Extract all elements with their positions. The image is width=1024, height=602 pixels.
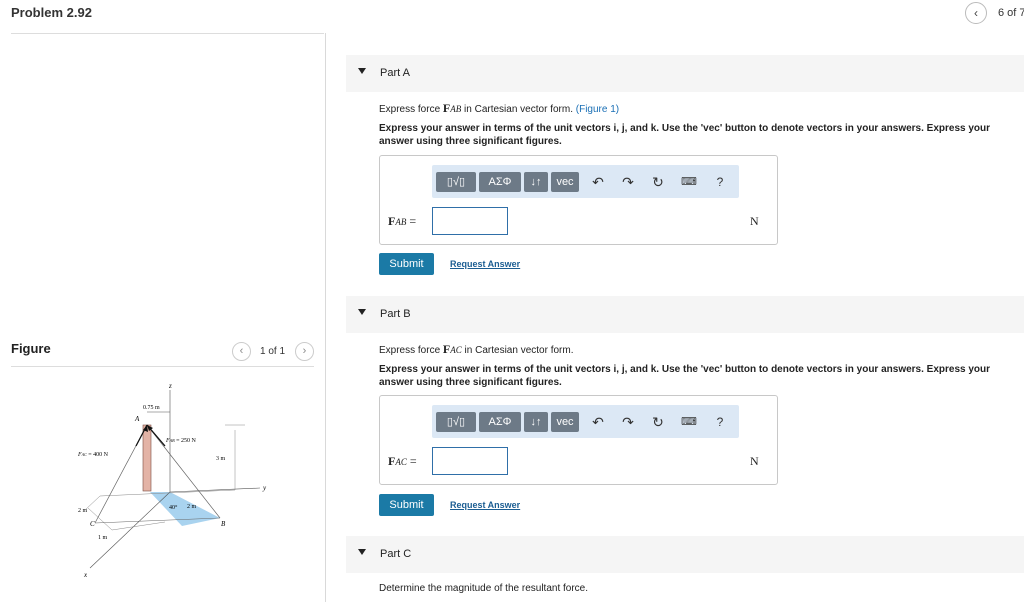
part-b-header[interactable]: Part B — [346, 296, 1024, 333]
problem-counter: 6 of 7 — [998, 7, 1024, 19]
dimension-label: 2 m — [78, 508, 88, 514]
math-toolbar: ▯√▯ ΑΣΦ ↓↑ vec ↶ ↷ ↻ ⌨ ? — [432, 405, 739, 438]
answer-input[interactable] — [432, 207, 508, 235]
divider — [11, 366, 314, 367]
symbols-button[interactable]: ΑΣΦ — [479, 172, 521, 192]
point-label-b: B — [221, 520, 226, 528]
chevron-right-icon[interactable]: › — [295, 342, 314, 361]
axis-label-x: x — [83, 571, 88, 579]
symbols-button[interactable]: ΑΣΦ — [479, 412, 521, 432]
column-divider — [325, 33, 326, 602]
point-label-a: A — [134, 415, 140, 423]
part-a-header[interactable]: Part A — [346, 55, 1024, 92]
part-c-question: Determine the magnitude of the resultant… — [379, 583, 589, 594]
math-toolbar: ▯√▯ ΑΣΦ ↓↑ vec ↶ ↷ ↻ ⌨ ? — [432, 165, 739, 198]
keyboard-icon[interactable]: ⌨ — [680, 413, 698, 431]
caret-down-icon — [358, 68, 366, 74]
part-a-instructions: Express your answer in terms of the unit… — [379, 123, 991, 147]
y-axis — [169, 487, 261, 493]
axis-label-z: z — [168, 382, 172, 390]
part-b-instructions: Express your answer in terms of the unit… — [379, 364, 991, 388]
vec-button[interactable]: vec — [551, 412, 579, 432]
dimension-label: 2 m — [187, 504, 197, 510]
undo-icon[interactable]: ↶ — [589, 173, 607, 191]
grid-line — [84, 495, 101, 511]
top-bar: Problem 2.92 ‹ 6 of 7 — [0, 0, 1024, 34]
unit-label: N — [750, 214, 759, 228]
vec-button[interactable]: vec — [551, 172, 579, 192]
divider — [11, 33, 324, 34]
submit-button[interactable]: Submit — [379, 253, 434, 275]
templates-button[interactable]: ▯√▯ — [436, 172, 476, 192]
figure-link[interactable]: (Figure 1) — [576, 104, 619, 115]
part-label: Part A — [380, 67, 410, 79]
request-answer-link[interactable]: Request Answer — [450, 259, 520, 269]
chevron-left-icon[interactable]: ‹ — [232, 342, 251, 361]
templates-button[interactable]: ▯√▯ — [436, 412, 476, 432]
dimension-label: 0.75 m — [143, 405, 160, 411]
figure-heading: Figure — [11, 341, 51, 356]
part-label: Part C — [380, 548, 412, 560]
axis-label-y: y — [262, 484, 267, 492]
help-button[interactable]: ? — [711, 173, 729, 191]
grid-line — [111, 521, 166, 531]
unit-label: N — [750, 454, 759, 468]
figure-diagram[interactable]: z y x A B C 0.75 m FAB = 250 N FAC = 400… — [70, 380, 270, 580]
ground-triangle — [150, 492, 220, 526]
answer-input[interactable] — [432, 447, 508, 475]
request-answer-link[interactable]: Request Answer — [450, 500, 520, 510]
help-button[interactable]: ? — [711, 413, 729, 431]
part-b-question: Express force FAC in Cartesian vector fo… — [379, 342, 574, 356]
keyboard-icon[interactable]: ⌨ — [680, 173, 698, 191]
part-label: Part B — [380, 308, 411, 320]
caret-down-icon — [358, 309, 366, 315]
problem-title: Problem 2.92 — [11, 5, 92, 20]
figure-counter: 1 of 1 — [260, 346, 286, 357]
part-a-question: Express force FAB in Cartesian vector fo… — [379, 101, 620, 115]
part-a-answer-box: ▯√▯ ΑΣΦ ↓↑ vec ↶ ↷ ↻ ⌨ ? FAB = N — [379, 155, 778, 245]
sort-button[interactable]: ↓↑ — [524, 412, 548, 432]
answer-label: FAC = — [388, 454, 417, 468]
reset-icon[interactable]: ↻ — [649, 173, 667, 191]
sort-button[interactable]: ↓↑ — [524, 172, 548, 192]
dimension-label: 1 m — [98, 535, 108, 541]
part-c-header[interactable]: Part C — [346, 536, 1024, 573]
chevron-left-icon[interactable]: ‹ — [965, 2, 987, 24]
angle-label: 40° — [169, 504, 178, 511]
redo-icon[interactable]: ↷ — [619, 413, 637, 431]
pole — [142, 424, 152, 492]
caret-down-icon — [358, 549, 366, 555]
x-axis — [89, 491, 171, 569]
part-b-answer-box: ▯√▯ ΑΣΦ ↓↑ vec ↶ ↷ ↻ ⌨ ? FAC = N — [379, 395, 778, 485]
redo-icon[interactable]: ↷ — [619, 173, 637, 191]
point-label-c: C — [90, 520, 95, 528]
reset-icon[interactable]: ↻ — [649, 413, 667, 431]
answer-label: FAB = — [388, 214, 417, 228]
dimension-label: 3 m — [216, 456, 226, 462]
submit-button[interactable]: Submit — [379, 494, 434, 516]
force-ac-label: FAC = 400 N — [77, 452, 109, 458]
undo-icon[interactable]: ↶ — [589, 413, 607, 431]
